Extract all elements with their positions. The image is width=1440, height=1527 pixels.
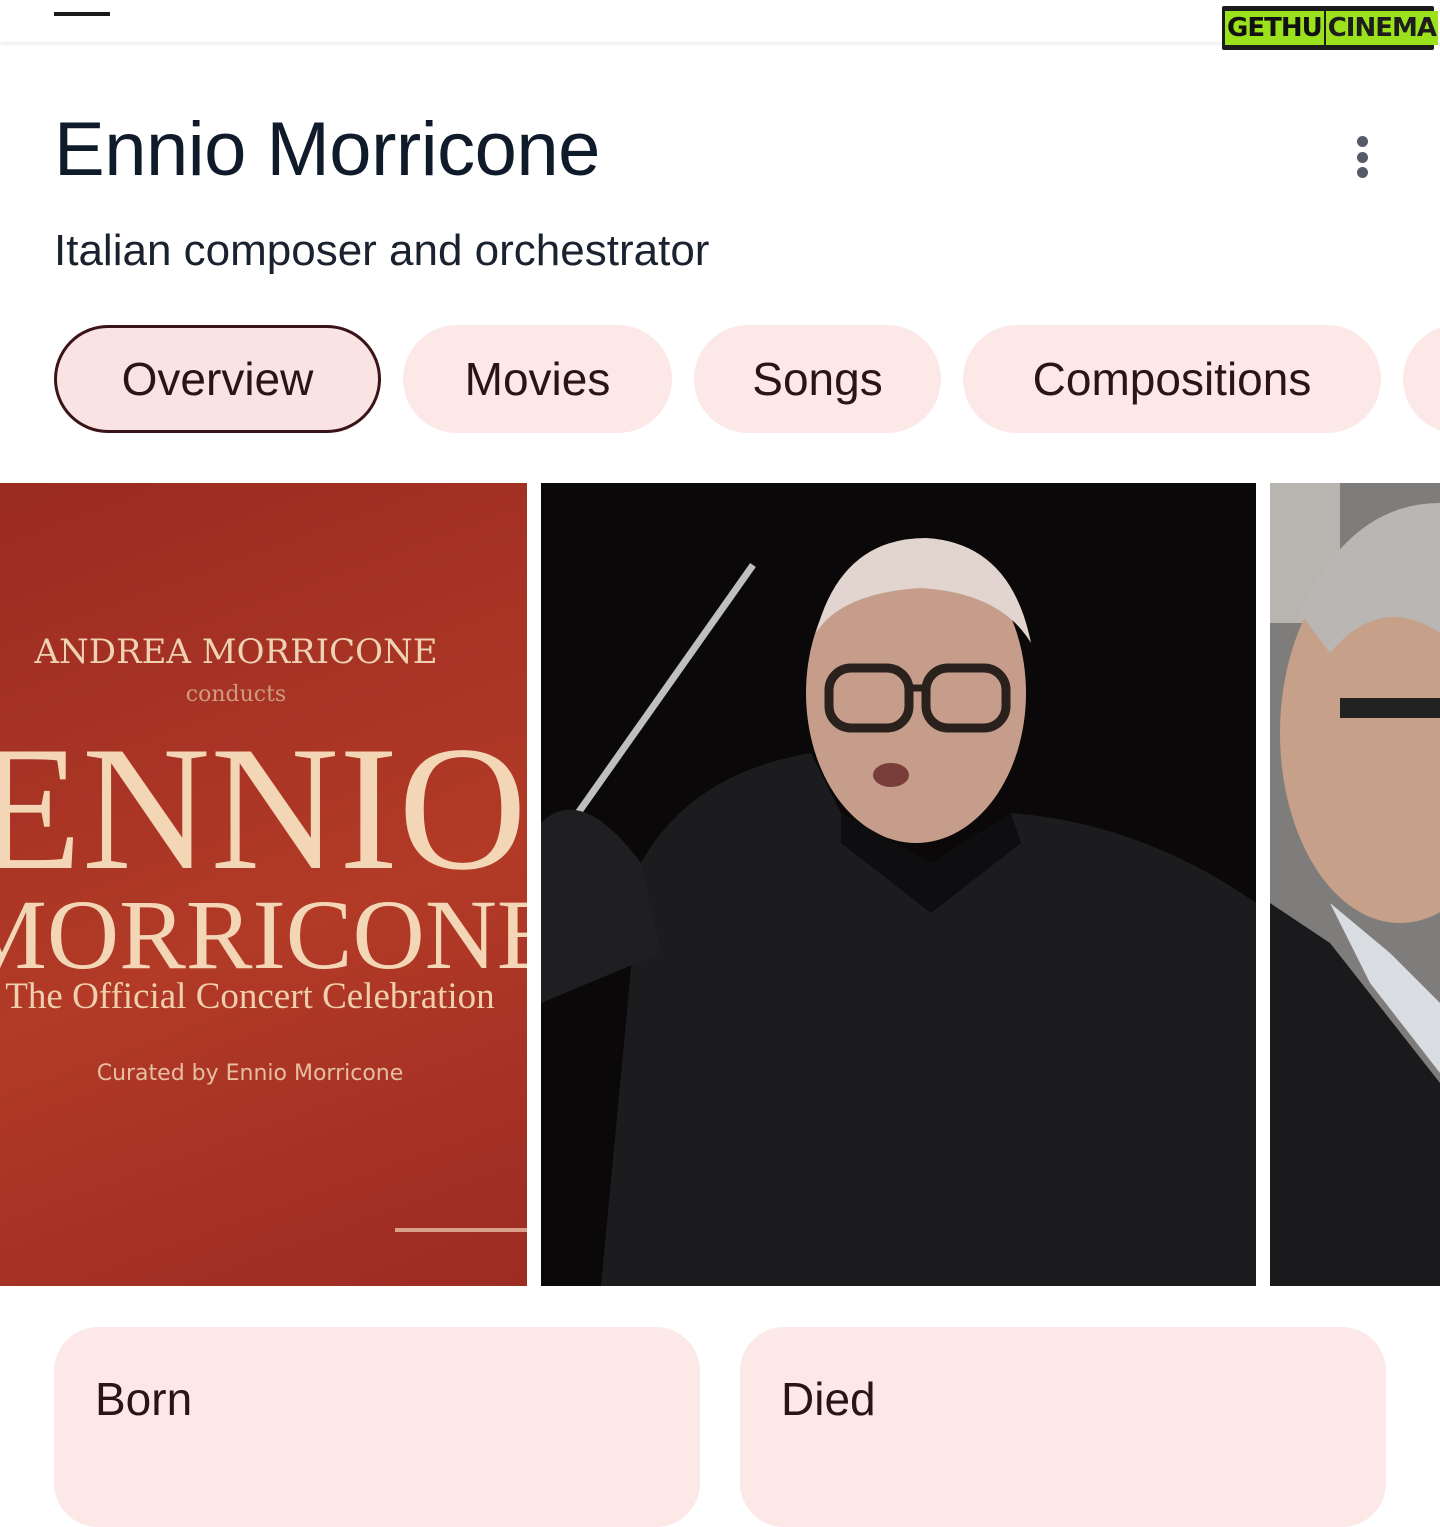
tab-compositions[interactable]: Compositions <box>963 325 1381 433</box>
top-app-bar: GETHU CINEMA <box>0 0 1440 50</box>
album-line-4: MORRICONE <box>0 879 527 990</box>
album-line-2: conducts <box>186 682 286 707</box>
album-line-3: ENNIO <box>0 709 527 907</box>
mouth <box>873 763 909 787</box>
entity-title: Ennio Morricone <box>54 107 600 192</box>
image-carousel[interactable]: ANDREA MORRICONE conducts ENNIO MORRICON… <box>0 483 1440 1286</box>
tab-next-partial[interactable] <box>1403 325 1440 433</box>
album-cover-image[interactable]: ANDREA MORRICONE conducts ENNIO MORRICON… <box>0 483 527 1286</box>
album-cover-art: ANDREA MORRICONE conducts ENNIO MORRICON… <box>0 632 527 1232</box>
dot <box>1356 136 1368 147</box>
entity-subtitle: Italian composer and orchestrator <box>54 226 710 275</box>
portrait-photo-partial[interactable] <box>1270 483 1440 1286</box>
conductor-photo[interactable] <box>541 483 1256 1286</box>
conductor-photo-art <box>541 483 1256 1286</box>
tab-chip-row: Overview Movies Songs Compositions <box>54 325 1440 433</box>
more-options-icon[interactable] <box>1340 132 1384 182</box>
dot <box>1356 167 1368 178</box>
watermark-part-2: CINEMA <box>1325 11 1438 45</box>
died-label: Died <box>781 1373 876 1425</box>
tab-movies[interactable]: Movies <box>403 325 672 433</box>
tab-overview[interactable]: Overview <box>54 325 381 433</box>
portrait-photo-art <box>1270 483 1440 1286</box>
label-logo-bar <box>395 1228 527 1232</box>
tab-songs[interactable]: Songs <box>694 325 941 433</box>
died-card[interactable]: Died <box>740 1327 1386 1527</box>
album-line-6: Curated by Ennio Morricone <box>97 1061 404 1086</box>
born-card[interactable]: Born <box>54 1327 700 1527</box>
watermark-part-1: GETHU <box>1225 11 1324 45</box>
album-line-1: ANDREA MORRICONE <box>33 632 437 672</box>
glasses <box>1340 698 1440 718</box>
menu-handle-icon[interactable] <box>54 12 110 16</box>
born-label: Born <box>95 1373 193 1425</box>
dot <box>1356 151 1368 163</box>
album-line-5: The Official Concert Celebration <box>5 976 494 1017</box>
watermark-logo: GETHU CINEMA <box>1222 6 1438 50</box>
